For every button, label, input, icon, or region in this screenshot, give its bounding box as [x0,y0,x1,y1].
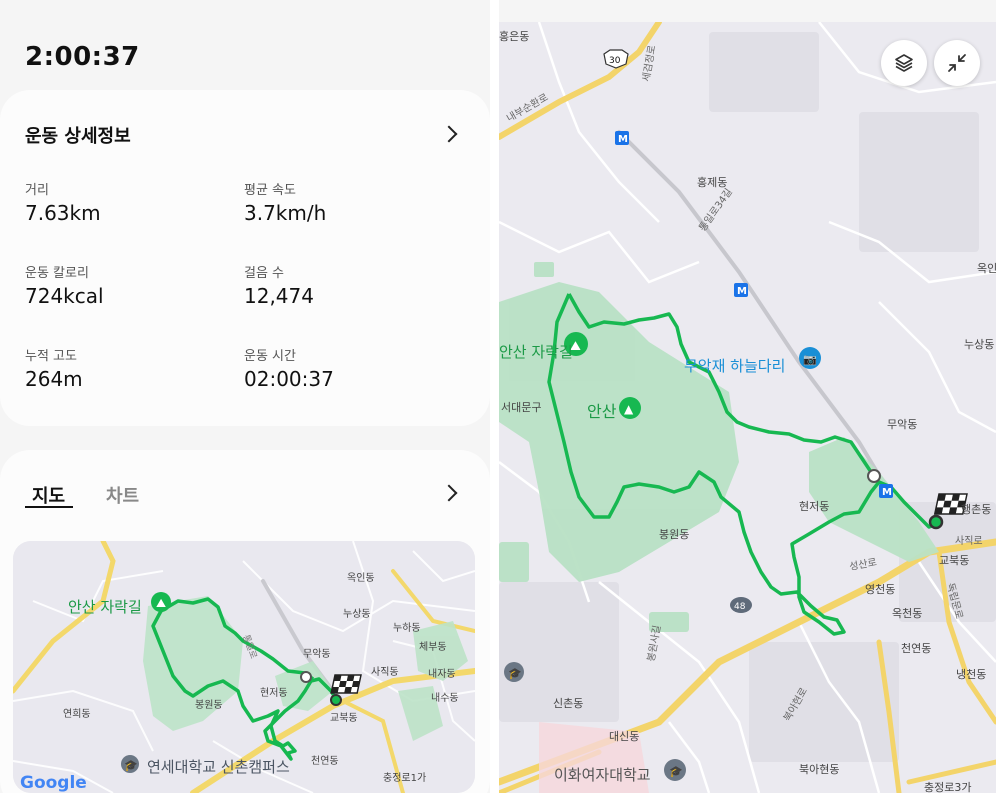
big-label-muakjae: 무악재 하늘다리 [684,357,785,375]
details-title: 운동 상세정보 [25,126,131,147]
stat-value-calories: 724kcal [25,284,104,308]
svg-text:M: M [737,286,747,297]
stat-label-avg-speed: 평균 속도 [244,183,296,198]
stat-value-workout-time: 02:00:37 [244,367,334,391]
stat-value-steps: 12,474 [244,284,314,308]
mini-route-start-marker [300,671,312,683]
svg-text:누하동: 누하동 [393,621,421,634]
workout-summary-panel: 2:00:37 운동 상세정보 거리 7.63km 평균 속도 3.7km/h … [0,0,490,793]
big-label-ewha: 이화여자대학교 [554,766,651,784]
layers-icon [895,54,913,72]
svg-text:체부동: 체부동 [419,641,447,653]
svg-text:현저동: 현저동 [799,500,829,513]
svg-text:교북동: 교북동 [939,554,969,567]
svg-text:🎓: 🎓 [508,667,522,680]
mini-map[interactable]: ⛰ 안산 자락길 옥인동 누상동 누하동 체부동 무악동 사직동 내자동 내수동… [13,541,475,793]
svg-text:북아현동: 북아현동 [799,763,839,776]
svg-text:무악동: 무악동 [887,418,917,431]
tab-active-indicator [25,506,73,508]
big-label-trail: 안산 자락길 [499,343,573,361]
google-logo: Google [20,773,87,793]
svg-text:천연동: 천연동 [901,641,931,655]
svg-text:신촌동: 신촌동 [553,697,583,710]
stat-value-elevation: 264m [25,367,83,391]
big-map-canvas: 30 48 M M M ⛰ ▲ 📷 🎓 🎓 홍은동 내부순환로 세검정로 홍제동… [499,22,996,793]
svg-text:옥인: 옥인 [977,262,996,275]
svg-text:무악동: 무악동 [303,648,331,660]
svg-text:📷: 📷 [803,353,817,366]
svg-text:연희동: 연희동 [63,708,91,720]
tab-map[interactable]: 지도 [32,482,65,508]
svg-text:대신동: 대신동 [609,730,639,743]
svg-text:M: M [882,487,892,498]
stat-label-steps: 걸음 수 [244,266,285,281]
stat-label-workout-time: 운동 시간 [244,349,296,364]
svg-text:48: 48 [734,602,746,612]
stat-label-distance: 거리 [25,183,49,198]
screen: 2:00:37 운동 상세정보 거리 7.63km 평균 속도 3.7km/h … [0,0,996,793]
tab-chart[interactable]: 차트 [106,482,139,508]
svg-text:누상동: 누상동 [343,608,371,620]
fullscreen-map-panel: 30 48 M M M ⛰ ▲ 📷 🎓 🎓 홍은동 내부순환로 세검정로 홍제동… [499,0,996,793]
svg-text:옥천동: 옥천동 [892,606,922,620]
svg-text:옥인동: 옥인동 [347,572,375,584]
svg-text:영천동: 영천동 [865,582,895,596]
mini-finish-flag-icon [330,674,362,694]
svg-text:30: 30 [609,56,621,66]
svg-text:현저동: 현저동 [260,687,288,699]
stat-label-elevation: 누적 고도 [25,349,77,364]
svg-text:서대문구: 서대문구 [501,401,541,414]
svg-text:냉천동: 냉천동 [956,667,986,681]
map-layers-button[interactable] [881,40,927,86]
big-label-ansan: 안산 [587,402,617,421]
svg-text:▲: ▲ [624,402,634,416]
svg-text:내자동: 내자동 [428,668,456,680]
map-top-strip [499,0,996,22]
svg-text:봉원동: 봉원동 [659,528,689,541]
mini-map-canvas: ⛰ 안산 자락길 옥인동 누상동 누하동 체부동 무악동 사직동 내자동 내수동… [13,541,475,793]
svg-text:홍은동: 홍은동 [499,29,529,43]
big-map[interactable]: 30 48 M M M ⛰ ▲ 📷 🎓 🎓 홍은동 내부순환로 세검정로 홍제동… [499,22,996,793]
stat-value-avg-speed: 3.7km/h [244,201,327,225]
svg-text:🎓: 🎓 [124,759,138,772]
svg-text:행촌동: 행촌동 [961,503,991,516]
svg-text:⛰: ⛰ [156,596,166,610]
svg-text:천연동: 천연동 [311,755,339,767]
panel-divider [490,0,499,793]
svg-text:교북동: 교북동 [330,712,358,724]
svg-text:사직동: 사직동 [371,666,399,678]
stat-label-calories: 운동 칼로리 [25,266,89,281]
svg-text:충정로3가: 충정로3가 [924,781,971,793]
map-collapse-button[interactable] [934,40,980,86]
collapse-icon [948,54,966,72]
svg-text:홍제동: 홍제동 [697,175,727,189]
stat-value-distance: 7.63km [25,201,101,225]
mini-label-yonsei: 연세대학교 신촌캠퍼스 [147,758,290,776]
svg-text:충정로1가: 충정로1가 [383,772,426,784]
big-route-start-marker [867,469,881,483]
svg-text:사직로: 사직로 [955,535,983,547]
svg-text:🎓: 🎓 [669,765,683,778]
workout-duration: 2:00:37 [25,42,140,72]
mini-label-trail: 안산 자락길 [68,598,142,616]
svg-text:내수동: 내수동 [431,692,459,704]
svg-text:봉원동: 봉원동 [195,699,223,711]
svg-text:M: M [618,134,628,145]
svg-text:누상동: 누상동 [964,338,994,351]
